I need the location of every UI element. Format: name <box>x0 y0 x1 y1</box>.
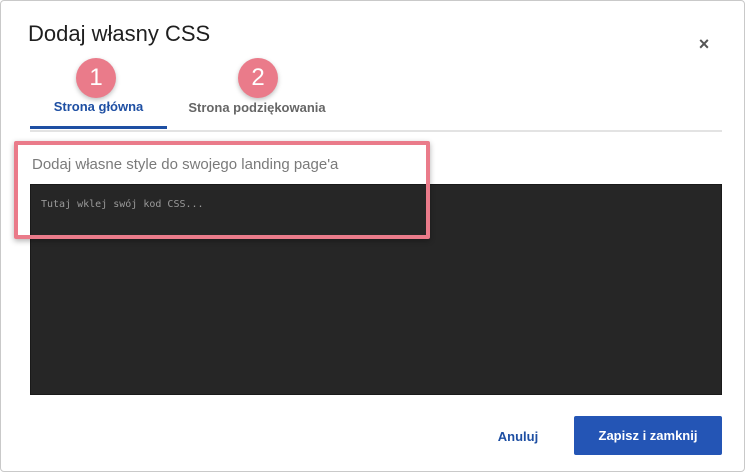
editor-description: Dodaj własne style do swojego landing pa… <box>32 156 339 173</box>
tab-bar: Strona główna Strona podziękowania <box>30 86 722 132</box>
close-icon[interactable]: × <box>694 34 714 54</box>
css-editor <box>30 184 722 395</box>
custom-css-dialog: Dodaj własny CSS × Strona główna Strona … <box>0 0 745 472</box>
dialog-title: Dodaj własny CSS <box>28 21 211 46</box>
css-code-input[interactable] <box>31 185 721 394</box>
annotation-badge-1: 1 <box>76 58 116 98</box>
annotation-badge-2: 2 <box>238 58 278 98</box>
save-and-close-button[interactable]: Zapisz i zamknij <box>574 416 722 455</box>
cancel-button[interactable]: Anuluj <box>485 417 551 455</box>
